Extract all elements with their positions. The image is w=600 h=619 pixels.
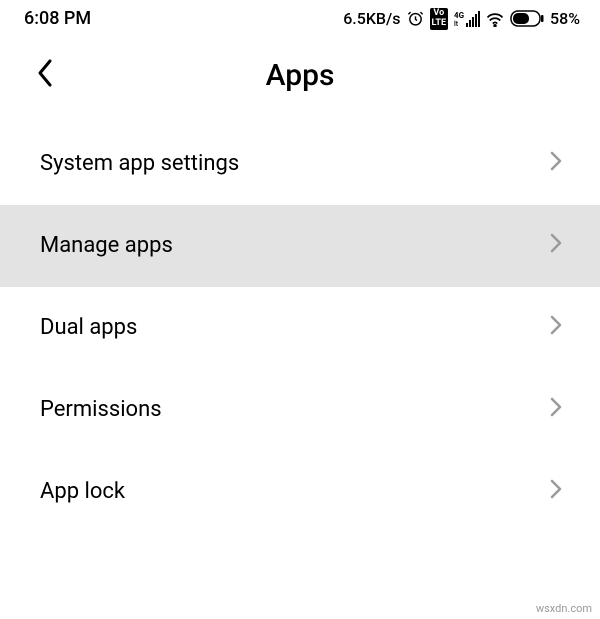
signal-icon: 4G lt [454,11,480,27]
list-item-manage-apps[interactable]: Manage apps [0,205,600,287]
list-item-dual-apps[interactable]: Dual apps [0,287,600,369]
chevron-right-icon [550,397,562,423]
status-right: 6.5KB/s VoLTE 4G lt [343,8,580,30]
chevron-right-icon [550,479,562,505]
status-time: 6:08 PM [24,8,91,29]
list-item-label: Permissions [40,397,162,422]
status-bar: 6:08 PM 6.5KB/s VoLTE 4G lt [0,0,600,38]
list-item-system-app-settings[interactable]: System app settings [0,123,600,205]
list-item-permissions[interactable]: Permissions [0,369,600,451]
page-title: Apps [24,58,576,93]
wifi-icon [486,11,504,27]
list-item-label: Manage apps [40,233,173,258]
chevron-right-icon [550,315,562,341]
back-button[interactable] [36,58,54,93]
battery-percent: 58% [550,9,580,28]
chevron-right-icon [550,151,562,177]
header: Apps [0,38,600,123]
chevron-right-icon [550,233,562,259]
data-rate: 6.5KB/s [343,9,400,28]
volte-icon: VoLTE [430,8,449,30]
svg-text:lt: lt [454,20,459,27]
watermark: wsxdn.com [536,602,592,615]
svg-text:4G: 4G [454,11,465,20]
list-item-app-lock[interactable]: App lock [0,451,600,533]
battery-icon [510,10,544,27]
list-item-label: System app settings [40,151,239,176]
settings-list: System app settings Manage apps Dual app… [0,123,600,533]
alarm-icon [407,10,424,27]
list-item-label: Dual apps [40,315,137,340]
list-item-label: App lock [40,479,125,504]
